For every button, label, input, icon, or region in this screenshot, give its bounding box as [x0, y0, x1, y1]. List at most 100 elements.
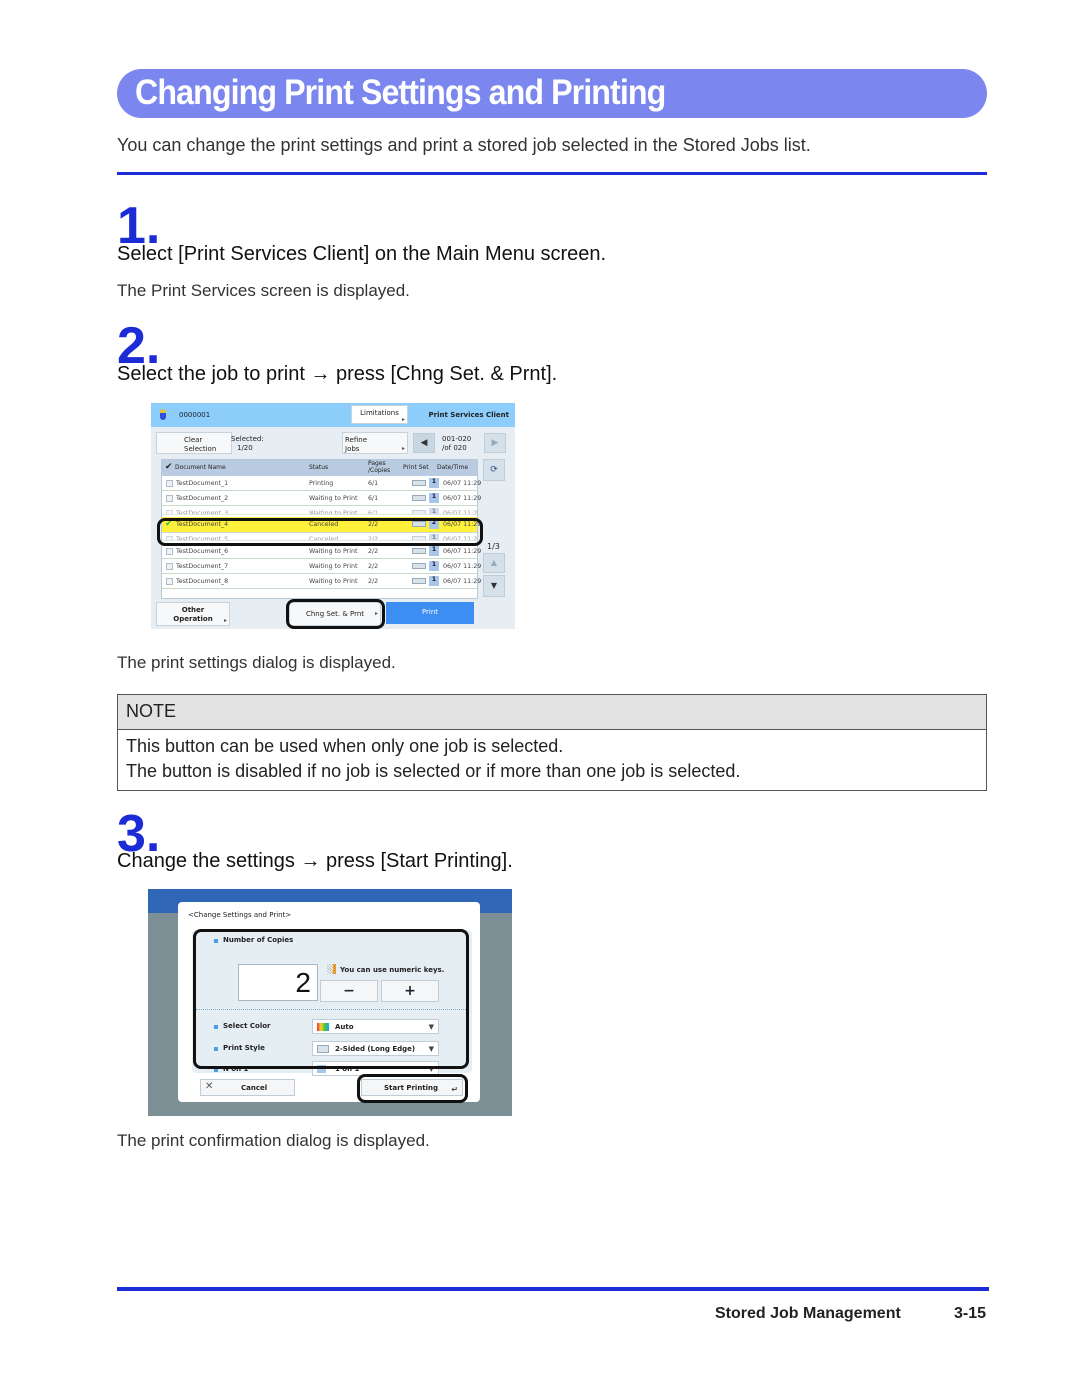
left-arrow-icon: ◀: [420, 438, 428, 448]
top-divider: [117, 172, 987, 175]
col-pages-copies[interactable]: Pages /Copies: [368, 460, 390, 474]
step-3-description: The print confirmation dialog is display…: [117, 1131, 430, 1150]
print-label: Print: [421, 608, 439, 616]
row-status: Waiting to Print: [309, 548, 358, 555]
dialog-title: <Change Settings and Print>: [188, 911, 292, 919]
select-all-check-icon[interactable]: ✔: [165, 462, 173, 472]
row-document-name: TestDocument_7: [176, 563, 229, 570]
row-date-time: 06/07 11:29: [443, 578, 482, 585]
col-document-name[interactable]: Document Name: [175, 464, 226, 471]
intro-text: You can change the print settings and pr…: [117, 135, 811, 155]
note-line-1: This button can be used when only one jo…: [126, 736, 564, 756]
scroll-up-button[interactable]: ▲: [483, 553, 505, 573]
prev-page-button[interactable]: ◀: [413, 433, 435, 453]
print-settings-icon: [412, 563, 426, 569]
copies-icon: 1: [429, 478, 439, 488]
refine-jobs-label: Refine Jobs: [345, 436, 368, 453]
print-settings-icon: [412, 495, 426, 501]
row-status: Waiting to Print: [309, 578, 358, 585]
page-indicator: 1/3: [487, 542, 500, 551]
copies-icon: 1: [429, 576, 439, 586]
bottom-divider: [117, 1287, 989, 1291]
row-status: Printing: [309, 480, 334, 487]
table-row[interactable]: TestDocument_8 Waiting to Print 2/2 1 06/07 …: [162, 574, 481, 589]
other-operation-label: Other Operation: [173, 606, 213, 623]
table-row[interactable]: TestDocument_7 Waiting to Print 2/2 1 06/07 …: [162, 559, 481, 574]
down-arrow-icon: ▼: [490, 581, 498, 590]
row-status: Waiting to Print: [309, 510, 358, 515]
selected-label: Selected:: [231, 435, 264, 443]
scroll-down-button[interactable]: ▼: [483, 575, 505, 597]
limitations-button[interactable]: Limitations: [351, 405, 408, 424]
row-checkbox[interactable]: [166, 510, 173, 514]
refresh-icon: ⟳: [490, 465, 498, 475]
up-arrow-icon: ▲: [490, 558, 498, 567]
row-date-time: 06/07 11:29: [443, 480, 482, 487]
row-pages-copies: 6/1: [368, 480, 379, 487]
screen-title: Print Services Client: [428, 411, 509, 419]
row-checkbox[interactable]: [166, 548, 173, 555]
footer-section-title: Stored Job Management: [715, 1305, 901, 1322]
row-checkbox[interactable]: [166, 563, 173, 570]
right-arrow-icon: ▶: [491, 438, 499, 448]
refine-jobs-button[interactable]: Refine Jobs: [342, 432, 408, 454]
chng-set-highlight: [286, 599, 385, 629]
table-row[interactable]: TestDocument_3 Waiting to Print 6/1 1 06/07 …: [162, 506, 477, 515]
row-document-name: TestDocument_3: [176, 510, 229, 515]
step-2-description: The print settings dialog is displayed.: [117, 653, 396, 672]
row-document-name: TestDocument_1: [176, 480, 229, 487]
table-header: ✔ Document Name Status Pages /Copies Pri…: [162, 460, 477, 476]
row-pages-copies: 6/1: [368, 495, 379, 502]
row-date-time: 06/07 11:29: [443, 548, 482, 555]
row-pages-copies: 6/1: [368, 510, 379, 515]
next-page-button[interactable]: ▶: [484, 433, 506, 453]
print-settings-icon: [412, 548, 426, 554]
table-row[interactable]: TestDocument_1 Printing 6/1 1 06/07 11:29: [162, 476, 481, 491]
range-indicator: 001-020 /of 020: [442, 435, 472, 452]
row-status: Waiting to Print: [309, 495, 358, 502]
row-checkbox[interactable]: [166, 480, 173, 487]
print-settings-icon: [412, 510, 426, 514]
col-status[interactable]: Status: [309, 464, 328, 471]
print-services-screenshot: 0000001 Limitations Print Services Clien…: [151, 403, 515, 629]
table-row[interactable]: TestDocument_2 Waiting to Print 6/1 1 06/07 …: [162, 491, 481, 506]
row-date-time: 06/07 11:29: [443, 563, 482, 570]
settings-highlight: [193, 929, 469, 1069]
row-date-time: 06/07 11:29: [443, 510, 477, 515]
row-pages-copies: 2/2: [368, 563, 379, 570]
table-row[interactable]: TestDocument_6 Waiting to Print 2/2 1 06/07 …: [162, 544, 481, 559]
note-heading: NOTE: [118, 695, 986, 730]
copies-icon: 1: [429, 561, 439, 571]
col-date-time[interactable]: Date/Time: [437, 464, 468, 471]
print-settings-icon: [412, 480, 426, 486]
clear-selection-button[interactable]: Clear Selection: [156, 432, 232, 454]
col-print-set: Print Set: [403, 464, 429, 471]
start-printing-highlight: [357, 1074, 468, 1103]
step-3-title: Change the settings → press [Start Print…: [117, 850, 513, 872]
close-icon: ✕: [205, 1081, 214, 1092]
step-1-title: Select [Print Services Client] on the Ma…: [117, 243, 607, 265]
user-icon: [160, 409, 166, 420]
selected-row-highlight: [157, 518, 483, 546]
row-checkbox[interactable]: [166, 495, 173, 502]
clear-selection-label: Clear Selection: [184, 436, 217, 453]
copies-icon: 1: [429, 508, 439, 514]
copies-icon: 1: [429, 546, 439, 556]
refresh-button[interactable]: ⟳: [483, 459, 505, 481]
row-document-name: TestDocument_2: [176, 495, 229, 502]
copies-icon: 1: [429, 493, 439, 503]
step-1-description: The Print Services screen is displayed.: [117, 281, 410, 300]
row-checkbox[interactable]: [166, 578, 173, 585]
cancel-button[interactable]: ✕ Cancel: [200, 1079, 295, 1096]
print-settings-icon: [412, 578, 426, 584]
cancel-label: Cancel: [241, 1084, 268, 1092]
note-box: NOTE This button can be used when only o…: [117, 694, 987, 791]
other-operation-button[interactable]: Other Operation: [156, 602, 230, 626]
print-button[interactable]: Print: [386, 602, 474, 624]
page-title-bar: Changing Print Settings and Printing: [117, 69, 987, 118]
footer-page-number: 3-15: [954, 1305, 987, 1322]
step-2-title: Select the job to print → press [Chng Se…: [117, 363, 558, 385]
row-pages-copies: 2/2: [368, 578, 379, 585]
row-pages-copies: 2/2: [368, 548, 379, 555]
user-id: 0000001: [179, 411, 211, 419]
